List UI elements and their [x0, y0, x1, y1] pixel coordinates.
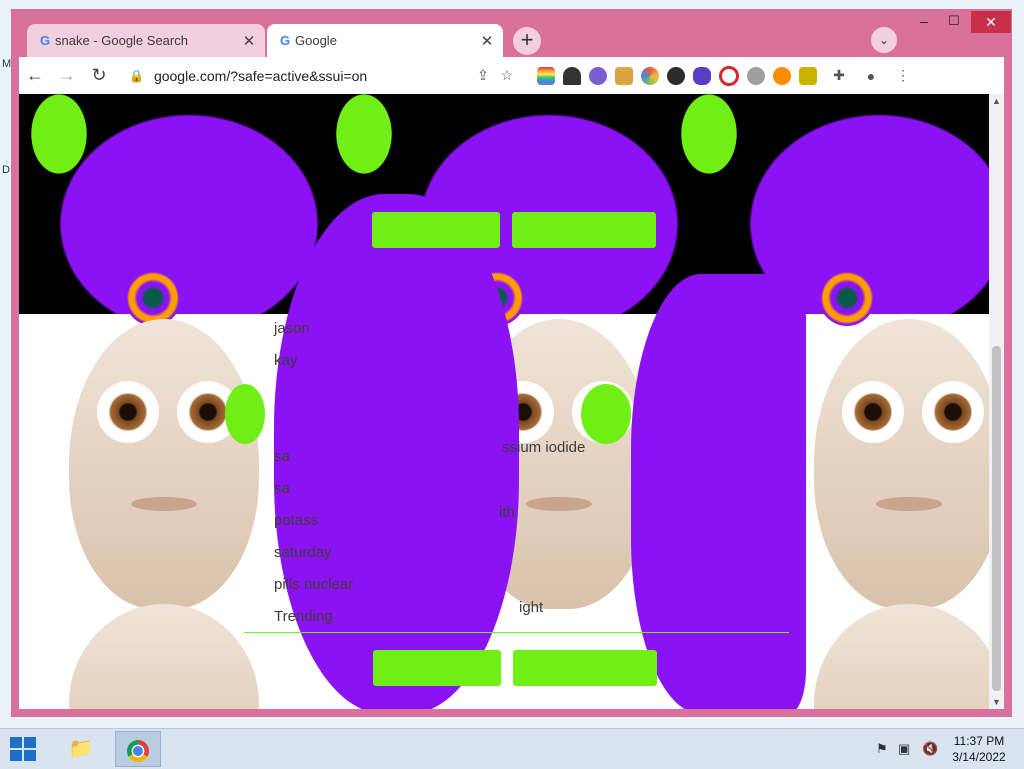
bird-extension-icon[interactable] — [798, 66, 817, 85]
tab-strip: G snake - Google Search ✕ G Google ✕ + ⌄… — [11, 9, 1012, 57]
green-glitch-bar — [513, 650, 657, 686]
desktop-letter-m: M — [2, 58, 12, 70]
back-button[interactable]: ← — [19, 65, 51, 86]
start-button[interactable] — [10, 737, 38, 761]
suggestion-fragment: ith — [499, 504, 515, 521]
face-image — [814, 319, 989, 609]
suggestion-item[interactable]: kay — [274, 344, 594, 376]
suggestion-item[interactable]: jason — [274, 312, 594, 344]
address-bar[interactable]: google.com/?safe=active&ssui=on — [154, 68, 469, 84]
suggestion-item[interactable]: potass — [274, 504, 594, 536]
glitch-eye-ring — [819, 270, 875, 326]
taskbar: 📁 ⚑ ▣ 🔇 11:37 PM 3/14/2022 — [0, 728, 1024, 769]
divider — [244, 632, 789, 633]
green-glitch-bar — [512, 212, 656, 248]
green-glitch-blob — [225, 384, 265, 444]
close-tab-icon[interactable]: ✕ — [479, 32, 495, 50]
face-image — [814, 604, 989, 709]
network-icon[interactable]: ▣ — [898, 741, 910, 757]
desktop-letter-d: D — [2, 164, 10, 176]
system-clock[interactable]: 11:37 PM 3/14/2022 — [944, 733, 1014, 765]
green-glitch-bar — [373, 650, 501, 686]
splat-extension-icon[interactable] — [692, 66, 711, 85]
clock-date: 3/14/2022 — [952, 750, 1006, 764]
tab-search-button[interactable]: ⌄ — [871, 27, 897, 53]
close-window-button[interactable]: ✕ — [971, 11, 1011, 33]
tab-title: Google — [295, 33, 337, 48]
flag-icon[interactable]: ⚑ — [876, 741, 888, 757]
maximize-button[interactable]: ☐ — [939, 13, 969, 29]
face-mouth — [131, 497, 197, 511]
suggestion-item[interactable] — [274, 408, 594, 440]
suggestion-fragment: ight — [519, 599, 544, 616]
forward-button[interactable]: → — [51, 65, 83, 86]
google-g-icon: G — [39, 33, 51, 48]
volume-muted-icon[interactable]: 🔇 — [922, 741, 938, 757]
scroll-down-arrow-icon[interactable]: ▼ — [989, 695, 1004, 709]
cat-extension-icon[interactable] — [588, 66, 607, 85]
koala-extension-icon[interactable] — [746, 66, 765, 85]
suggestion-item[interactable] — [274, 376, 594, 408]
face-mouth — [876, 497, 942, 511]
face-image — [69, 604, 259, 709]
face-image — [69, 319, 259, 609]
minimize-button[interactable]: – — [909, 13, 939, 29]
rainbow-flag-extension-icon[interactable] — [536, 66, 555, 85]
face-eye — [922, 381, 984, 443]
sun-extension-icon[interactable] — [772, 66, 791, 85]
tab-google[interactable]: G Google ✕ — [267, 24, 503, 57]
color-wheel-extension-icon[interactable] — [640, 66, 659, 85]
star-icon[interactable]: ☆ — [497, 67, 517, 84]
close-tab-icon[interactable]: ✕ — [241, 32, 257, 50]
clock-time: 11:37 PM — [953, 734, 1005, 748]
tab-title: snake - Google Search — [55, 33, 188, 48]
lock-icon[interactable]: 🔒 — [129, 69, 144, 83]
suggestion-item[interactable]: sa — [274, 472, 594, 504]
google-g-icon: G — [279, 33, 291, 48]
menu-kebab-icon[interactable]: ⋮ — [893, 67, 913, 84]
glitch-eye-ring — [125, 270, 181, 326]
chrome-icon[interactable] — [115, 731, 161, 767]
scrollbar-thumb[interactable] — [992, 346, 1001, 691]
profile-icon[interactable]: ● — [861, 68, 881, 84]
suggestion-item[interactable]: saturday — [274, 536, 594, 568]
new-tab-button[interactable]: + — [513, 27, 541, 55]
suggestion-fragment: ssium iodide — [502, 439, 586, 456]
puzzle-extensions-icon[interactable]: ✚ — [829, 67, 849, 84]
purple-glitch-blob — [631, 274, 806, 709]
tab-snake-search[interactable]: G snake - Google Search ✕ — [27, 24, 265, 57]
share-icon[interactable]: ⇪ — [473, 67, 493, 84]
browser-toolbar: ← → ↻ 🔒 google.com/?safe=active&ssui=on … — [19, 57, 1004, 94]
page-scrollbar[interactable]: ▲ ▼ — [989, 94, 1004, 709]
doge-extension-icon[interactable] — [614, 66, 633, 85]
scroll-up-arrow-icon[interactable]: ▲ — [989, 94, 1004, 108]
face-eye — [842, 381, 904, 443]
hat-extension-icon[interactable] — [562, 66, 581, 85]
suggestion-item[interactable]: pills nuclear — [274, 568, 594, 600]
reload-button[interactable]: ↻ — [83, 65, 115, 86]
block-extension-icon[interactable] — [718, 65, 739, 86]
face-eye — [97, 381, 159, 443]
suggestion-item[interactable]: Trending — [274, 600, 594, 632]
compass-extension-icon[interactable] — [666, 66, 685, 85]
search-suggestions-list: jason kay sa sa potass saturday pills nu… — [274, 312, 594, 632]
page-content: jason kay sa sa potass saturday pills nu… — [19, 94, 989, 709]
browser-window: G snake - Google Search ✕ G Google ✕ + ⌄… — [11, 9, 1012, 717]
green-glitch-bar — [372, 212, 500, 248]
file-explorer-icon[interactable]: 📁 — [58, 731, 104, 767]
